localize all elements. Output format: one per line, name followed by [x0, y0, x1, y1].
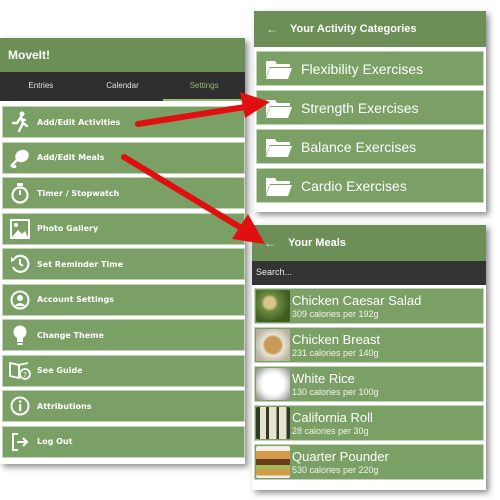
meals-header: ← Your Meals [252, 225, 486, 261]
meal-item-quarter-pounder[interactable]: Quarter Pounder 530 calories per 220g [254, 444, 484, 480]
meal-calories: 309 calories per 192g [292, 308, 379, 319]
menu-item-label: See Guide [37, 366, 83, 375]
menu-item-label: Change Theme [37, 330, 104, 340]
menu-item-photo-gallery[interactable]: Photo Gallery [2, 212, 245, 245]
folder-icon [257, 58, 301, 80]
meal-calories: 28 calories per 30g [292, 425, 369, 436]
meal-name: Chicken Breast [292, 331, 381, 347]
menu-item-set-reminder-time[interactable]: Set Reminder Time [2, 248, 245, 280]
chicken-leg-icon [3, 147, 37, 169]
tab-entries[interactable]: Entries [0, 72, 82, 101]
folder-icon [257, 97, 301, 119]
photo-icon [3, 218, 37, 239]
meal-name: California Roll [292, 409, 373, 425]
meal-item-chicken-caesar-salad[interactable]: Chicken Caesar Salad 309 calories per 19… [254, 288, 484, 324]
menu-item-change-theme[interactable]: Change Theme [2, 319, 245, 351]
meal-photo [256, 368, 290, 400]
menu-item-label: Photo Gallery [37, 224, 99, 233]
menu-item-add-edit-activities[interactable]: Add/Edit Activities [2, 106, 245, 138]
stopwatch-icon [3, 182, 37, 204]
meal-photo [256, 290, 290, 322]
svg-text:?: ? [23, 371, 27, 379]
back-arrow-icon[interactable]: ← [252, 236, 288, 250]
back-arrow-icon[interactable]: ← [254, 22, 290, 36]
activity-title: Your Activity Categories [290, 23, 417, 35]
category-balance[interactable]: Balance Exercises [256, 129, 484, 164]
menu-item-add-edit-meals[interactable]: Add/Edit Meals [2, 141, 245, 174]
menu-item-see-guide[interactable]: ? See Guide [2, 354, 245, 387]
menu-item-label: Add/Edit Meals [37, 153, 105, 162]
category-strength[interactable]: Strength Exercises [256, 90, 484, 125]
category-label: Balance Exercises [301, 138, 417, 155]
menu-item-label: Attributions [37, 401, 92, 411]
folder-icon [257, 136, 301, 158]
folder-icon [257, 175, 301, 197]
tab-calendar[interactable]: Calendar [82, 72, 164, 101]
logout-icon [3, 432, 37, 452]
menu-item-log-out[interactable]: Log Out [2, 425, 245, 458]
meal-calories: 530 calories per 220g [292, 464, 379, 475]
meal-photo [256, 446, 290, 478]
menu-item-attributions[interactable]: Attributions [2, 390, 245, 422]
meal-name: Quarter Pounder [292, 448, 389, 464]
meal-calories: 231 calories per 140g [292, 347, 379, 358]
menu-item-timer-stopwatch[interactable]: Timer / Stopwatch [2, 177, 245, 209]
tab-bar: Entries Calendar Settings [0, 72, 246, 101]
reminder-icon [3, 254, 37, 274]
category-label: Flexibility Exercises [301, 60, 424, 77]
activity-header: ← Your Activity Categories [254, 11, 486, 47]
meal-item-california-roll[interactable]: California Roll 28 calories per 30g [254, 405, 484, 441]
meal-calories: 130 calories per 100g [292, 386, 379, 397]
runner-icon [3, 111, 37, 133]
tab-settings[interactable]: Settings [163, 72, 246, 101]
meal-photo [256, 407, 290, 439]
category-flexibility[interactable]: Flexibility Exercises [256, 51, 484, 86]
info-icon [3, 396, 37, 416]
activity-categories-screen: ← Your Activity Categories Flexibility E… [254, 11, 486, 212]
search-input[interactable]: Search... [252, 261, 486, 285]
category-cardio[interactable]: Cardio Exercises [256, 168, 484, 203]
menu-item-label: Set Reminder Time [37, 259, 123, 269]
app-title: MoveIt! [0, 38, 245, 72]
lightbulb-icon [3, 324, 37, 346]
meal-photo [256, 329, 290, 361]
guide-icon: ? [3, 360, 37, 382]
meal-item-chicken-breast[interactable]: Chicken Breast 231 calories per 140g [254, 327, 484, 363]
meal-name: Chicken Caesar Salad [292, 292, 422, 308]
menu-item-label: Timer / Stopwatch [37, 188, 120, 198]
settings-screen: MoveIt! Entries Calendar Settings Add/Ed… [0, 38, 246, 464]
meals-screen: ← Your Meals Search... Chicken Caesar Sa… [252, 225, 486, 490]
account-icon [3, 290, 37, 310]
menu-item-label: Account Settings [37, 295, 114, 304]
settings-menu: Add/Edit Activities Add/Edit Meals Timer… [0, 101, 245, 458]
menu-item-account-settings[interactable]: Account Settings [2, 283, 245, 316]
meal-item-white-rice[interactable]: White Rice 130 calories per 100g [254, 366, 484, 402]
category-label: Cardio Exercises [301, 177, 407, 194]
menu-item-label: Log Out [37, 437, 73, 446]
category-label: Strength Exercises [301, 99, 419, 116]
meal-name: White Rice [292, 370, 355, 386]
menu-item-label: Add/Edit Activities [37, 117, 121, 127]
meals-title: Your Meals [288, 237, 346, 249]
